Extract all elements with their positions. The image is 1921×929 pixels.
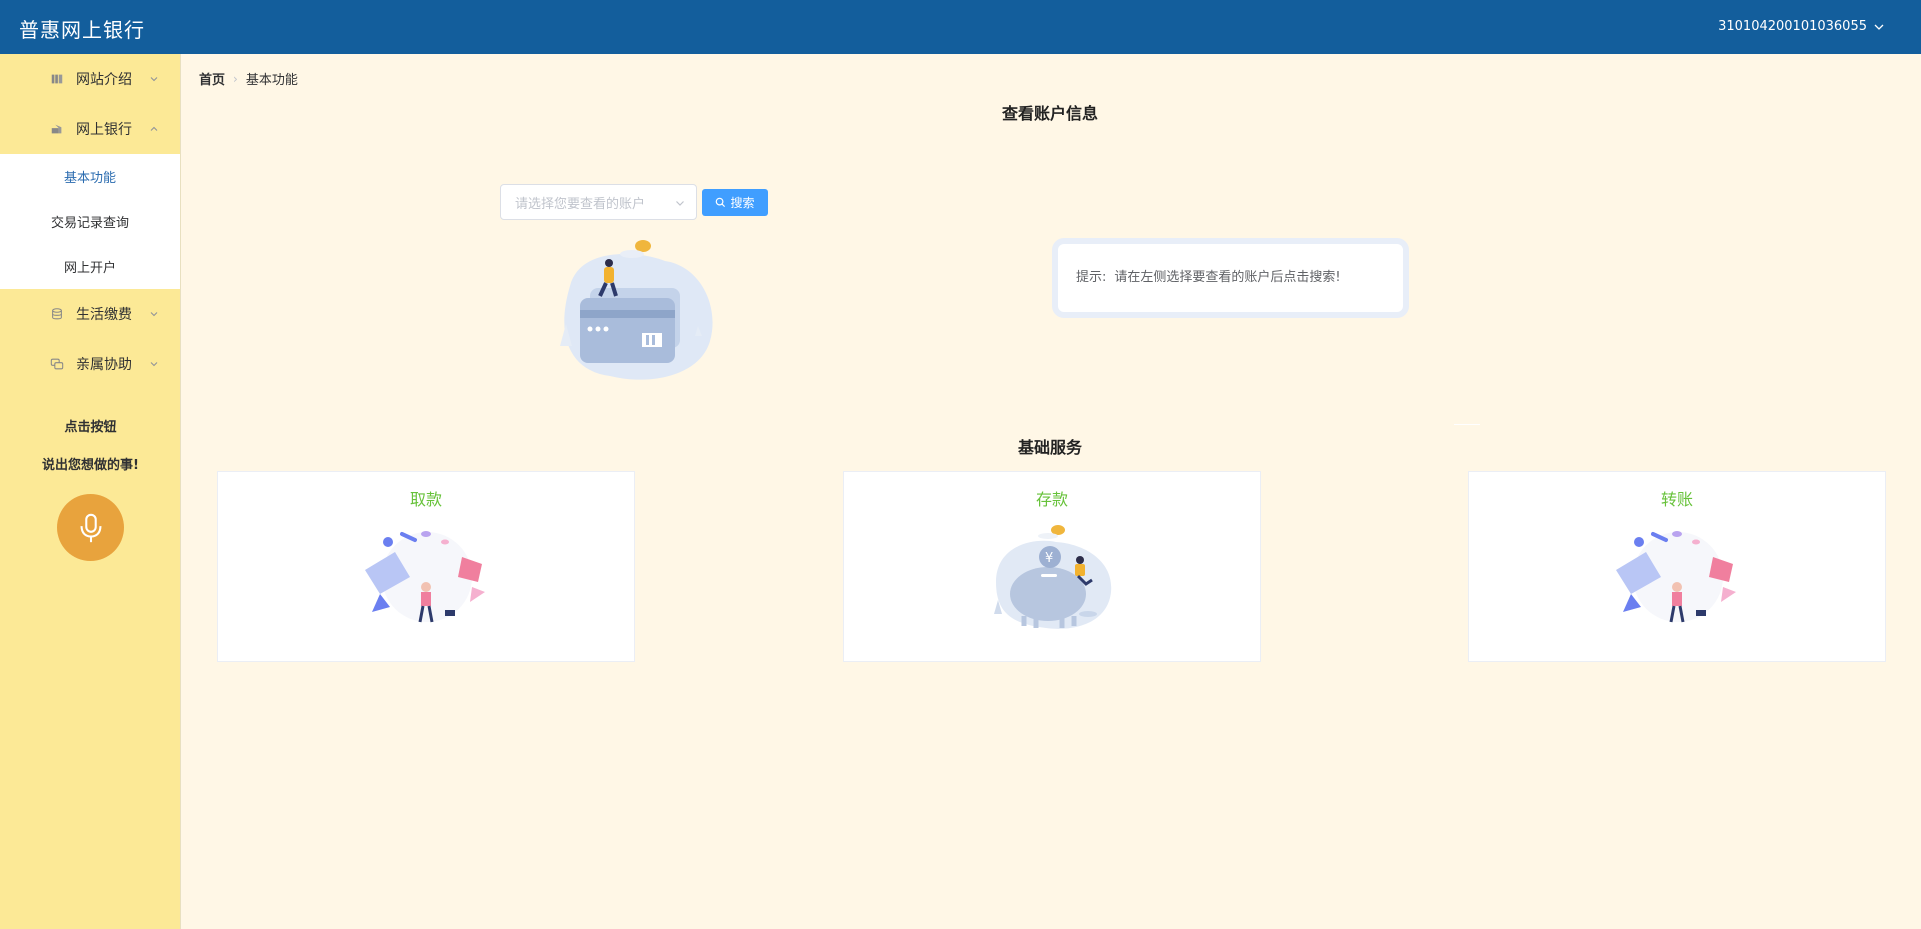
tip-label: 提示: xyxy=(1076,270,1107,285)
service-card-withdraw[interactable]: 取款 xyxy=(217,471,635,662)
app-title: 普惠网上银行 xyxy=(19,18,145,42)
menu-item-intro[interactable]: 网站介绍 xyxy=(0,54,180,104)
online-bank-submenu: 基本功能 交易记录查询 网上开户 xyxy=(0,154,180,289)
search-icon xyxy=(716,197,726,208)
service-card-title: 存款 xyxy=(1035,490,1068,509)
withdraw-illustration-icon xyxy=(365,531,485,623)
service-card-title: 转账 xyxy=(1660,490,1693,509)
services-section-title: 基础服务 xyxy=(1017,438,1082,457)
transfer-illustration-icon xyxy=(1616,531,1736,623)
menu-label: 生活缴费 xyxy=(76,307,132,323)
bank-icon xyxy=(49,121,65,137)
tip-text: 请在左侧选择要查看的账户后点击搜索! xyxy=(1114,270,1341,285)
database-icon xyxy=(49,306,65,322)
chevron-down-icon xyxy=(1874,24,1884,30)
account-select[interactable]: 请选择您要查看的账户 xyxy=(500,184,697,220)
breadcrumb: 首页 › 基本功能 xyxy=(199,69,298,89)
voice-prompt-line1: 点击按钮 xyxy=(64,420,117,435)
chat-icon xyxy=(49,356,65,372)
service-card-title: 取款 xyxy=(409,490,442,509)
bank-card-illustration xyxy=(560,240,713,380)
voice-input-button[interactable] xyxy=(57,494,124,561)
divider xyxy=(1454,424,1480,425)
search-button[interactable]: 搜索 xyxy=(702,189,768,216)
service-card-transfer[interactable]: 转账 xyxy=(1468,471,1886,662)
sidebar: 网站介绍 网上银行 基本功能 交易记录查询 网上开户 生活缴费 亲属协助 点击按… xyxy=(0,54,181,929)
chevron-down-icon xyxy=(150,77,158,82)
service-card-deposit[interactable]: 存款 ¥ xyxy=(843,471,1261,662)
tip-box: 提示: 请在左侧选择要查看的账户后点击搜索! xyxy=(1052,238,1409,318)
submenu-item-basic-functions[interactable]: 基本功能 xyxy=(0,154,180,199)
submenu-item-open-account[interactable]: 网上开户 xyxy=(0,244,180,289)
book-icon xyxy=(49,71,65,87)
voice-prompt-line2: 说出您想做的事! xyxy=(42,458,139,473)
tip-message: 提示: 请在左侧选择要查看的账户后点击搜索! xyxy=(1076,266,1349,285)
chevron-down-icon xyxy=(150,312,158,317)
breadcrumb-current: 基本功能 xyxy=(245,73,298,88)
chevron-right-icon: › xyxy=(233,71,238,86)
account-select-placeholder: 请选择您要查看的账户 xyxy=(515,196,646,212)
menu-label: 亲属协助 xyxy=(76,357,132,373)
microphone-icon xyxy=(80,513,101,542)
user-account-dropdown[interactable]: 310104200101036055 xyxy=(1718,19,1885,34)
chevron-down-icon xyxy=(150,362,158,367)
submenu-item-transaction-records[interactable]: 交易记录查询 xyxy=(0,199,180,244)
chevron-down-icon xyxy=(676,201,684,206)
account-number: 310104200101036055 xyxy=(1718,19,1867,34)
chevron-up-icon xyxy=(150,126,158,131)
menu-label: 网站介绍 xyxy=(76,72,132,88)
account-section-title: 查看账户信息 xyxy=(1001,104,1098,123)
menu-item-family-assist[interactable]: 亲属协助 xyxy=(0,339,180,389)
search-button-label: 搜索 xyxy=(730,196,755,210)
breadcrumb-home-link[interactable]: 首页 xyxy=(199,69,225,88)
menu-label: 网上银行 xyxy=(76,122,132,138)
svg-text:¥: ¥ xyxy=(1045,551,1053,566)
piggy-bank-illustration-icon: ¥ xyxy=(994,525,1112,629)
menu-item-life-payment[interactable]: 生活缴费 xyxy=(0,289,180,339)
menu-item-online-bank[interactable]: 网上银行 xyxy=(0,104,180,154)
top-header: 普惠网上银行 310104200101036055 xyxy=(0,0,1921,54)
